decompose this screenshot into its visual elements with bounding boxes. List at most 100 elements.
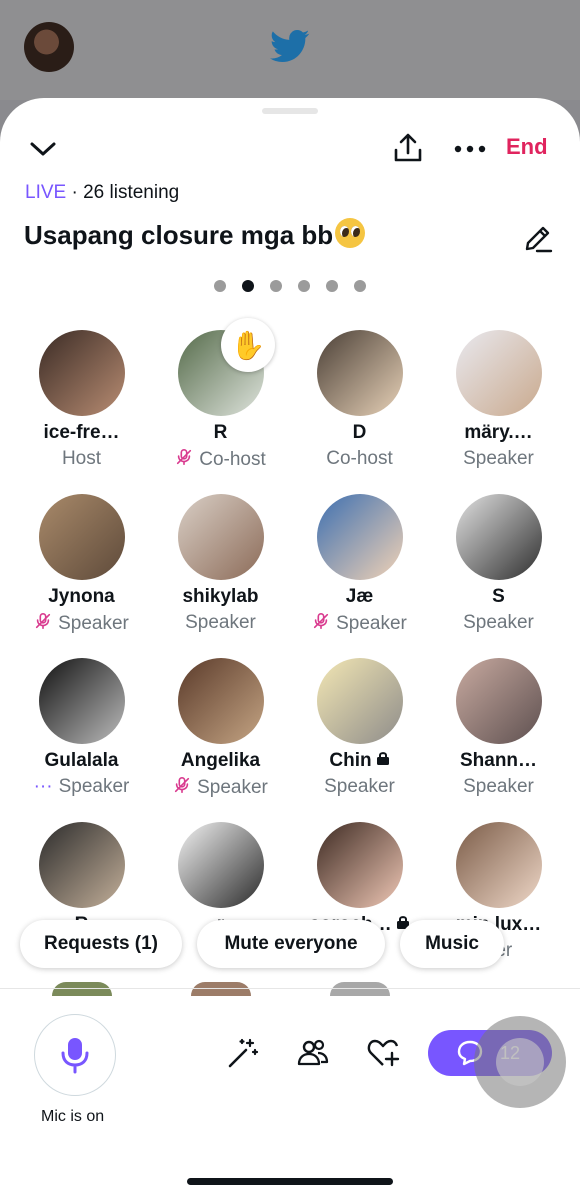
avatar[interactable] — [316, 658, 403, 744]
participant-role: Speaker — [312, 612, 407, 636]
space-title: Usapang closure mga bb — [24, 218, 366, 251]
participant-role: Speaker — [463, 448, 534, 470]
space-title-text: Usapang closure mga bb — [24, 220, 334, 250]
sheet-header: End — [0, 128, 580, 172]
avatar[interactable] — [38, 822, 125, 908]
participant-card[interactable]: ice-fre… Host — [12, 328, 151, 492]
participant-name: shikylab — [182, 586, 258, 608]
people-icon[interactable] — [296, 1036, 330, 1070]
participant-name: Angelika — [181, 750, 260, 772]
participant-name-text: Gulalala — [44, 750, 119, 771]
participant-role-text: Speaker — [324, 776, 395, 797]
participant-name-text: D — [352, 422, 367, 443]
avatar[interactable] — [316, 494, 403, 580]
page-dot[interactable] — [298, 280, 310, 292]
participant-card[interactable]: shikylab Speaker — [151, 492, 290, 656]
profile-avatar[interactable] — [24, 22, 74, 72]
participant-role-text: Speaker — [185, 612, 256, 633]
participant-name: S — [492, 586, 505, 608]
participant-role-text: Speaker — [336, 613, 407, 634]
share-icon[interactable] — [388, 128, 428, 168]
edit-icon[interactable] — [518, 218, 558, 258]
avatar[interactable] — [316, 330, 403, 416]
participant-role-text: Speaker — [463, 612, 534, 633]
participant-name-text: Angelika — [180, 750, 261, 771]
background-header — [0, 0, 580, 100]
mic-off-icon — [175, 448, 193, 472]
heart-plus-icon[interactable] — [366, 1036, 400, 1070]
page-indicator[interactable] — [214, 280, 366, 292]
participant-card[interactable]: Shann… Speaker — [429, 656, 568, 820]
participant-name-text: Chin — [329, 750, 372, 771]
more-options-icon[interactable] — [450, 132, 490, 166]
avatar[interactable] — [38, 658, 125, 744]
sheet-grabber[interactable] — [262, 108, 318, 114]
participant-name-text: shikylab — [182, 586, 259, 607]
participant-role: Co-host — [326, 448, 393, 470]
participant-card[interactable]: märy.… Speaker — [429, 328, 568, 492]
lock-icon — [376, 750, 390, 772]
participant-role-text: Speaker — [58, 776, 130, 797]
touch-indicator — [474, 1016, 566, 1108]
avatar[interactable] — [455, 822, 542, 908]
avatar[interactable] — [455, 658, 542, 744]
home-indicator[interactable] — [187, 1178, 393, 1185]
participant-name-text: R — [213, 422, 228, 443]
microphone-icon — [61, 1038, 89, 1074]
avatar[interactable] — [177, 822, 264, 908]
participant-role-text: Co-host — [326, 448, 393, 469]
requests-button[interactable]: Requests (1) — [20, 920, 182, 968]
participant-role: Speaker — [463, 776, 534, 798]
avatar[interactable] — [177, 658, 264, 744]
page-dot[interactable] — [326, 280, 338, 292]
sparkle-wand-icon[interactable] — [226, 1036, 260, 1070]
participant-role: Speaker — [173, 776, 268, 800]
participant-role-text: Speaker — [463, 448, 534, 469]
participant-card[interactable]: Jæ Speaker — [290, 492, 429, 656]
participant-role: Speaker — [185, 612, 256, 634]
participant-name: D — [353, 422, 367, 444]
space-sheet: End LIVE · 26 listening Usapang closure … — [0, 98, 580, 1200]
mic-off-icon — [312, 612, 330, 636]
participant-role: Co-host — [175, 448, 266, 472]
participant-card[interactable]: Jynona Speaker — [12, 492, 151, 656]
participant-role: Speaker — [34, 612, 129, 636]
participant-name: Shann… — [460, 750, 537, 772]
avatar[interactable] — [38, 494, 125, 580]
end-space-button[interactable]: End — [506, 134, 548, 160]
mic-status-label: Mic is on — [41, 1108, 105, 1125]
page-dot[interactable] — [242, 280, 254, 292]
participant-role-text: Speaker — [58, 613, 129, 634]
pleading-face-emoji-icon — [335, 218, 366, 248]
participant-card[interactable]: Angelika Speaker — [151, 656, 290, 820]
page-dot[interactable] — [214, 280, 226, 292]
participant-name-text: ice-fre… — [43, 422, 120, 443]
participant-card[interactable]: D Co-host — [290, 328, 429, 492]
participant-name: Jynona — [48, 586, 115, 608]
participant-role-text: Co-host — [199, 449, 266, 470]
avatar[interactable] — [316, 822, 403, 908]
participant-card[interactable]: S Speaker — [429, 492, 568, 656]
participant-name: ice-fre… — [43, 422, 119, 444]
participant-role: ··· Speaker — [34, 776, 130, 798]
mute-everyone-button[interactable]: Mute everyone — [197, 920, 385, 968]
music-button[interactable]: Music — [400, 920, 504, 968]
mic-off-icon — [34, 612, 52, 636]
participant-role: Host — [62, 448, 101, 470]
participant-name: Gulalala — [45, 750, 119, 772]
participant-name: Jæ — [346, 586, 373, 608]
participant-card[interactable]: Chin Speaker — [290, 656, 429, 820]
avatar[interactable] — [455, 330, 542, 416]
avatar[interactable] — [177, 494, 264, 580]
bottom-divider — [0, 988, 580, 989]
participant-card[interactable]: Gulalala ··· Speaker — [12, 656, 151, 820]
page-dot[interactable] — [270, 280, 282, 292]
participant-role-text: Speaker — [197, 777, 268, 798]
mic-off-icon — [173, 776, 191, 800]
mic-button[interactable] — [34, 1014, 116, 1096]
avatar[interactable] — [38, 330, 125, 416]
chevron-down-icon[interactable] — [26, 132, 60, 166]
avatar[interactable] — [455, 494, 542, 580]
page-dot[interactable] — [354, 280, 366, 292]
raised-hand-icon: ✋ — [221, 318, 275, 372]
